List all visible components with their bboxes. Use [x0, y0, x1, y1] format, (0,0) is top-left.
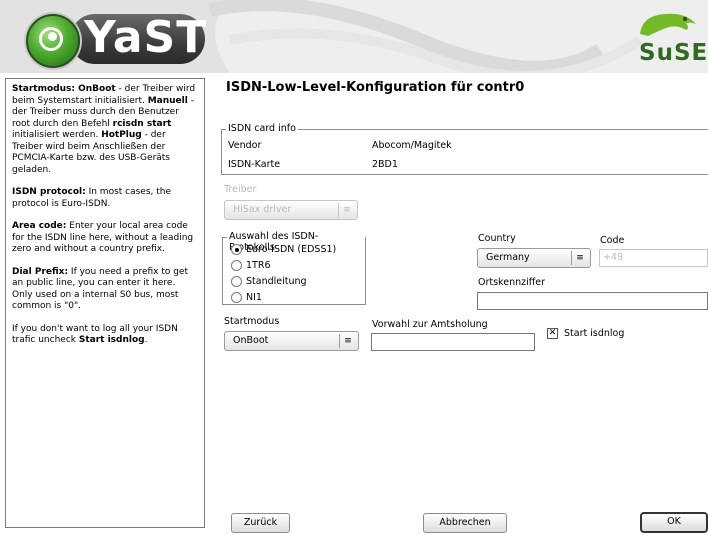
back-button[interactable]: Zurück	[231, 513, 290, 533]
help-paragraph-isdnlog: If you don't want to log all your ISDN t…	[12, 324, 198, 347]
radio-icon	[231, 276, 242, 287]
help-bold-text: rcisdn start	[112, 118, 172, 129]
radio-standleitung-label: Standleitung	[246, 276, 307, 287]
help-bold-text: Area code:	[12, 221, 67, 231]
code-field[interactable]: +49	[599, 249, 708, 267]
card-info-legend: ISDN card info	[226, 123, 298, 134]
help-text: initialisiert werden.	[12, 130, 102, 140]
startmode-select-value: OnBoot	[233, 335, 269, 346]
radio-ni1[interactable]: NI1	[231, 291, 262, 305]
page-title: ISDN-Low-Level-Konfiguration für contr0	[226, 80, 525, 95]
vendor-value: Abocom/Magitek	[372, 140, 452, 151]
chevron-down-icon: ≡	[571, 251, 588, 265]
dial-prefix-field[interactable]	[371, 333, 535, 351]
help-bold-text: Manuell	[147, 95, 188, 106]
radio-euro-isdn-label: Euro-ISDN (EDSS1)	[246, 244, 337, 255]
radio-icon	[231, 292, 242, 303]
radio-1tr6-label: 1TR6	[246, 260, 271, 271]
driver-select-value: HiSax driver	[233, 204, 292, 215]
driver-label: Treiber	[224, 184, 257, 195]
cancel-button[interactable]: Abbrechen	[423, 513, 507, 533]
startmode-label: Startmodus	[224, 316, 280, 327]
start-isdnlog-checkbox[interactable]: ✕ Start isdnlog	[547, 327, 624, 341]
help-bold-text: HotPlug	[101, 130, 142, 140]
radio-selected-icon	[231, 244, 242, 255]
radio-ni1-label: NI1	[246, 292, 262, 303]
help-text: .	[144, 335, 148, 345]
chevron-down-icon: ≡	[339, 334, 356, 348]
help-paragraph-area-code: Area code: Enter your local area code fo…	[12, 221, 198, 256]
radio-icon	[231, 260, 242, 271]
startmode-select[interactable]: OnBoot ≡	[224, 331, 359, 351]
area-code-field[interactable]	[477, 292, 708, 310]
vendor-label: Vendor	[228, 140, 262, 151]
country-label: Country	[478, 233, 516, 244]
help-bold-text: Startmodus: OnBoot	[12, 84, 116, 94]
card-label: ISDN-Karte	[228, 159, 281, 170]
card-info-group: ISDN card info	[221, 123, 708, 175]
radio-standleitung[interactable]: Standleitung	[231, 275, 307, 289]
radio-euro-isdn[interactable]: Euro-ISDN (EDSS1)	[231, 243, 336, 257]
help-paragraph-dial-prefix: Dial Prefix: If you need a prefix to get…	[12, 267, 198, 313]
yast-logo-icon	[26, 14, 80, 68]
checkbox-checked-icon: ✕	[547, 328, 558, 339]
yast-header: YaST SuSE	[0, 0, 708, 73]
help-bold-text: ISDN protocol:	[12, 187, 86, 197]
help-panel: Startmodus: OnBoot - der Treiber wird be…	[5, 78, 205, 528]
country-select-value: Germany	[486, 252, 530, 263]
suse-gecko-icon	[640, 13, 696, 36]
code-label: Code	[600, 235, 625, 246]
driver-select[interactable]: HiSax driver ≡	[224, 200, 358, 220]
area-code-label: Ortskennziffer	[478, 277, 546, 288]
help-bold-text: Start isdnlog	[78, 335, 145, 345]
country-select[interactable]: Germany ≡	[477, 248, 591, 268]
card-value: 2BD1	[372, 159, 398, 170]
help-bold-text: Dial Prefix:	[12, 266, 69, 277]
help-paragraph-startmode: Startmodus: OnBoot - der Treiber wird be…	[12, 84, 198, 176]
radio-1tr6[interactable]: 1TR6	[231, 259, 271, 273]
chevron-down-icon: ≡	[338, 203, 355, 217]
yast-logo-text: YaST	[84, 12, 208, 63]
suse-brand-text: SuSE	[639, 40, 708, 66]
start-isdnlog-label: Start isdnlog	[564, 328, 625, 339]
help-paragraph-protocol: ISDN protocol: In most cases, the protoc…	[12, 187, 198, 210]
dial-prefix-label: Vorwahl zur Amtsholung	[372, 319, 488, 330]
ok-button[interactable]: OK	[640, 512, 708, 533]
